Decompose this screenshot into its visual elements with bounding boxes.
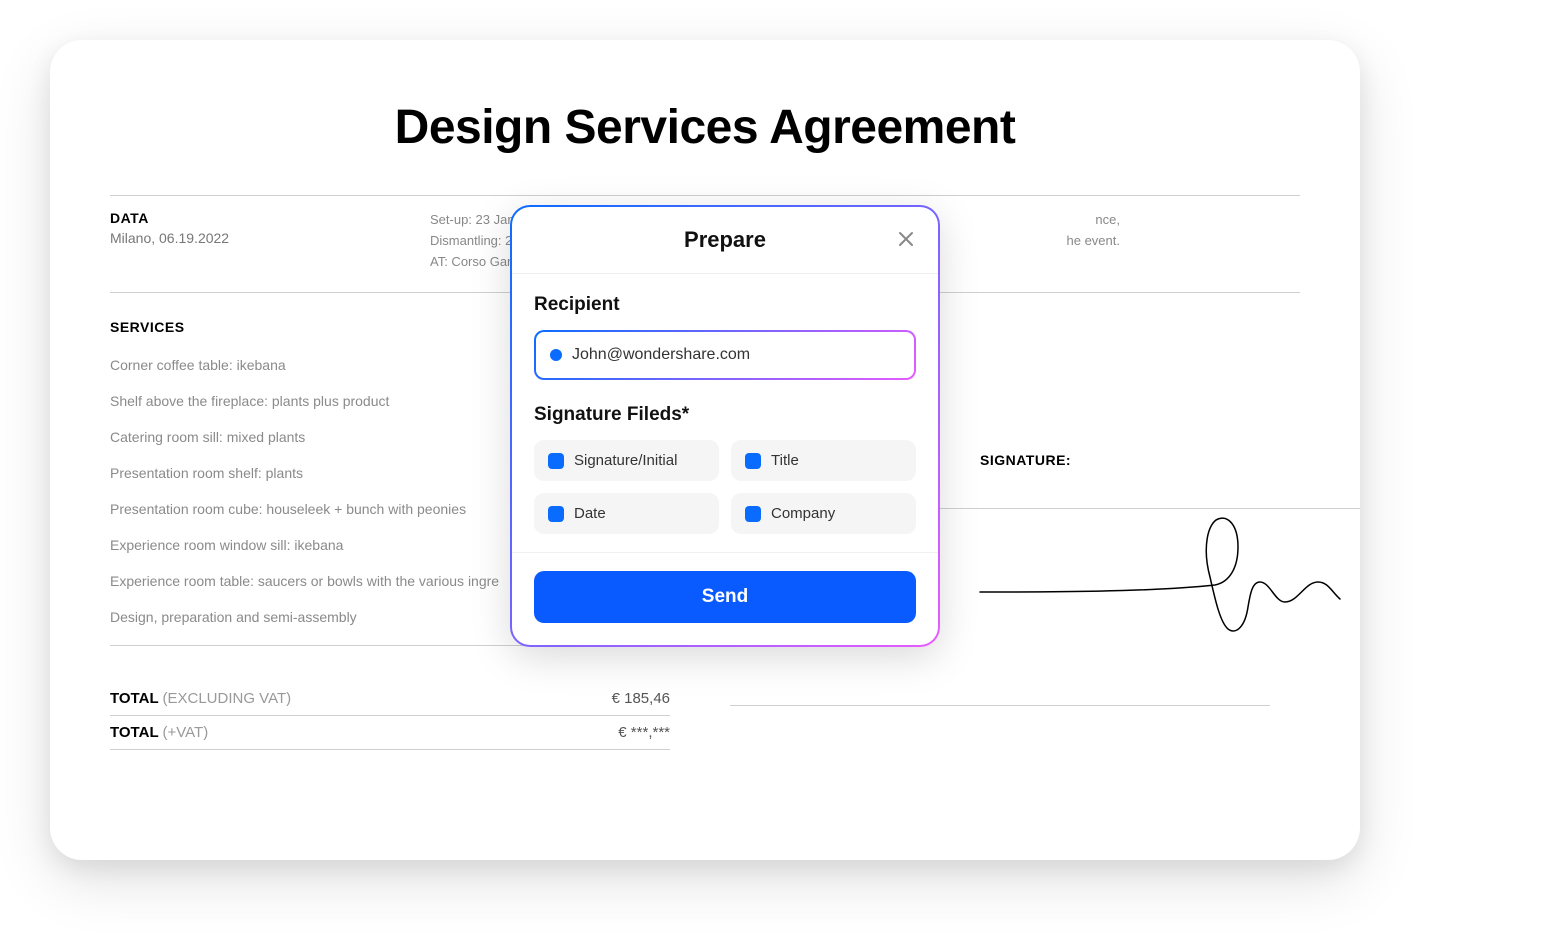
total-excl-suffix: (EXCLUDING VAT) bbox=[163, 690, 292, 707]
total-excl-value: € 185,46 bbox=[612, 690, 670, 707]
signature-fields-label: Signature Fileds* bbox=[534, 404, 916, 426]
data-value: Milano, 06.19.2022 bbox=[110, 230, 430, 246]
field-label: Signature/Initial bbox=[574, 452, 677, 469]
checkbox-icon bbox=[548, 453, 564, 469]
data-label: DATA bbox=[110, 210, 430, 226]
total-incl-label: TOTAL (+VAT) bbox=[110, 724, 208, 741]
close-icon bbox=[897, 230, 915, 248]
document-title: Design Services Agreement bbox=[110, 100, 1300, 155]
field-company[interactable]: Company bbox=[731, 493, 916, 534]
field-label: Company bbox=[771, 505, 835, 522]
close-button[interactable] bbox=[892, 225, 920, 253]
modal-title: Prepare bbox=[684, 227, 766, 253]
meta-left: DATA Milano, 06.19.2022 bbox=[110, 210, 430, 272]
modal-header: Prepare bbox=[512, 207, 938, 274]
signature-drawing bbox=[970, 507, 1350, 647]
checkbox-icon bbox=[548, 506, 564, 522]
field-signature-initial[interactable]: Signature/Initial bbox=[534, 440, 719, 481]
recipient-dot-icon bbox=[550, 349, 562, 361]
prepare-modal-inner: Prepare Recipient John@wondershare.com S… bbox=[512, 207, 938, 645]
checkbox-icon bbox=[745, 453, 761, 469]
fields-grid: Signature/Initial Title Date Company bbox=[534, 440, 916, 534]
signature-underline bbox=[730, 705, 1270, 706]
send-button[interactable]: Send bbox=[534, 571, 916, 623]
signature-area: SIGNATURE: bbox=[670, 682, 1270, 750]
total-excl-label-strong: TOTAL bbox=[110, 690, 163, 707]
field-title[interactable]: Title bbox=[731, 440, 916, 481]
total-incl-row: TOTAL (+VAT) € ***,*** bbox=[110, 716, 670, 750]
totals-col: TOTAL (EXCLUDING VAT) € 185,46 TOTAL (+V… bbox=[110, 682, 670, 750]
recipient-label: Recipient bbox=[534, 294, 916, 316]
total-excl-row: TOTAL (EXCLUDING VAT) € 185,46 bbox=[110, 682, 670, 716]
total-incl-label-strong: TOTAL bbox=[110, 724, 163, 741]
field-date[interactable]: Date bbox=[534, 493, 719, 534]
total-incl-value: € ***,*** bbox=[618, 724, 670, 741]
modal-footer: Send bbox=[512, 552, 938, 645]
recipient-input-inner: John@wondershare.com bbox=[536, 332, 914, 378]
recipient-value: John@wondershare.com bbox=[572, 346, 750, 364]
modal-body: Recipient John@wondershare.com Signature… bbox=[512, 274, 938, 552]
checkbox-icon bbox=[745, 506, 761, 522]
recipient-input[interactable]: John@wondershare.com bbox=[534, 330, 916, 380]
field-label: Date bbox=[574, 505, 606, 522]
prepare-modal: Prepare Recipient John@wondershare.com S… bbox=[510, 205, 940, 647]
signature-label: SIGNATURE: bbox=[980, 452, 1071, 468]
totals-wrapper: TOTAL (EXCLUDING VAT) € 185,46 TOTAL (+V… bbox=[110, 682, 1300, 750]
total-excl-label: TOTAL (EXCLUDING VAT) bbox=[110, 690, 291, 707]
field-label: Title bbox=[771, 452, 799, 469]
total-incl-suffix: (+VAT) bbox=[163, 724, 209, 741]
